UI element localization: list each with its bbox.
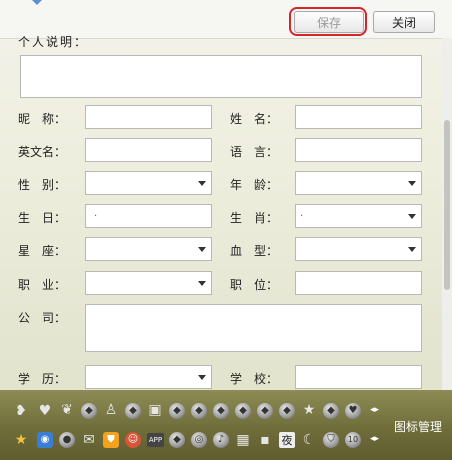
penguin-icon[interactable]: ♙ — [103, 402, 119, 418]
company-textarea[interactable] — [85, 304, 422, 352]
shield-icon[interactable]: ⛉ — [323, 432, 339, 448]
name-label: 姓 名： — [230, 112, 279, 126]
heart-icon[interactable]: ♥ — [37, 403, 53, 419]
dropdown-arrow-icon — [408, 181, 416, 186]
vip-icon[interactable]: ◎ — [191, 432, 207, 448]
school-input[interactable] — [295, 365, 422, 389]
occupation-label: 职 业： — [18, 278, 67, 292]
occupation-select[interactable] — [85, 271, 212, 295]
star-icon[interactable]: ★ — [301, 402, 317, 418]
blood-type-select[interactable] — [295, 237, 422, 261]
mail-icon[interactable]: ✉ — [81, 432, 97, 448]
personal-description-textarea[interactable] — [20, 55, 422, 98]
language-input[interactable] — [295, 138, 422, 162]
school-label: 学 校： — [230, 372, 279, 386]
dropdown-arrow-icon — [198, 247, 206, 252]
constellation-select[interactable] — [85, 237, 212, 261]
diamond-icon[interactable]: ◆ — [169, 432, 185, 448]
birthday-select[interactable]: . — [85, 204, 212, 228]
gender-select[interactable] — [85, 171, 212, 195]
icon-bar — [0, 390, 452, 460]
save-highlight-annotation — [289, 7, 367, 36]
badge-icon[interactable]: ❦ — [59, 402, 75, 418]
heart-icon[interactable]: ❥ — [13, 403, 29, 419]
face-icon[interactable]: ☺ — [125, 432, 141, 448]
moon-icon[interactable]: ☾ — [301, 432, 317, 448]
education-label: 学 历： — [18, 372, 67, 386]
constellation-label: 星 座： — [18, 244, 67, 258]
age-label: 年 龄： — [230, 178, 279, 192]
nickname-label: 昵 称： — [18, 112, 67, 126]
position-label: 职 位： — [230, 278, 279, 292]
zodiac-select[interactable]: . — [295, 204, 422, 228]
star-icon[interactable]: ★ — [13, 432, 29, 448]
dropdown-arrow-icon — [198, 375, 206, 380]
caret-down-icon — [32, 0, 42, 5]
device-icon[interactable]: ▣ — [147, 402, 163, 418]
dropdown-arrow-icon — [198, 181, 206, 186]
nickname-input[interactable] — [85, 105, 212, 129]
heart-icon[interactable]: ♥ — [345, 403, 361, 419]
birthday-value: . — [94, 208, 98, 219]
english-name-input[interactable] — [85, 138, 212, 162]
dropdown-arrow-icon — [408, 214, 416, 219]
diamond-icon[interactable]: ◆ — [279, 403, 295, 419]
dropdown-arrow-icon — [198, 281, 206, 286]
company-label: 公 司： — [18, 311, 67, 325]
close-button[interactable]: 关闭 — [373, 11, 435, 33]
zodiac-value: . — [300, 208, 304, 219]
birthday-label: 生 日： — [18, 211, 67, 225]
language-label: 语 言： — [230, 145, 279, 159]
grid-icon[interactable]: ▦ — [235, 432, 251, 448]
age-select[interactable] — [295, 171, 422, 195]
diamond-icon[interactable]: ◆ — [81, 403, 97, 419]
icon-scroll-arrows[interactable]: ◂▸ — [370, 434, 379, 444]
icon-scroll-arrows[interactable]: ◂▸ — [370, 405, 379, 415]
english-name-label: 英文名： — [18, 145, 67, 159]
diamond-icon[interactable]: ◆ — [125, 403, 141, 419]
education-select[interactable] — [85, 365, 212, 389]
name-input[interactable] — [295, 105, 422, 129]
position-input[interactable] — [295, 271, 422, 295]
diamond-icon[interactable]: ◆ — [323, 403, 339, 419]
dropdown-arrow-icon — [408, 247, 416, 252]
app-icon[interactable]: APP — [147, 433, 164, 447]
night-icon[interactable]: 夜 — [279, 432, 295, 448]
blood-type-label: 血 型： — [230, 244, 279, 258]
diamond-icon[interactable]: ◆ — [257, 403, 273, 419]
personal-description-label: 个人说明： — [18, 35, 89, 49]
scrollbar-thumb[interactable] — [444, 120, 450, 290]
zodiac-label: 生 肖： — [230, 211, 279, 225]
diamond-icon[interactable]: ◆ — [169, 403, 185, 419]
qzone-icon[interactable]: ◉ — [37, 432, 53, 448]
diamond-icon[interactable]: ◆ — [191, 403, 207, 419]
number-icon[interactable]: 10 — [345, 432, 361, 448]
music-icon[interactable]: ♪ — [213, 432, 229, 448]
icon-manage-link[interactable]: 图标管理 — [394, 418, 442, 435]
gender-label: 性 别： — [18, 178, 67, 192]
eye-icon[interactable]: ● — [59, 432, 75, 448]
diamond-icon[interactable]: ◆ — [213, 403, 229, 419]
camera-icon[interactable]: ▪ — [257, 432, 273, 448]
diamond-icon[interactable]: ◆ — [235, 403, 251, 419]
shield-icon[interactable]: ⛊ — [103, 432, 119, 448]
profile-editor-window: 保存 关闭 个人说明： 昵 称： 姓 名： 英文名： 语 言： 性 别： 年 龄… — [0, 0, 452, 460]
